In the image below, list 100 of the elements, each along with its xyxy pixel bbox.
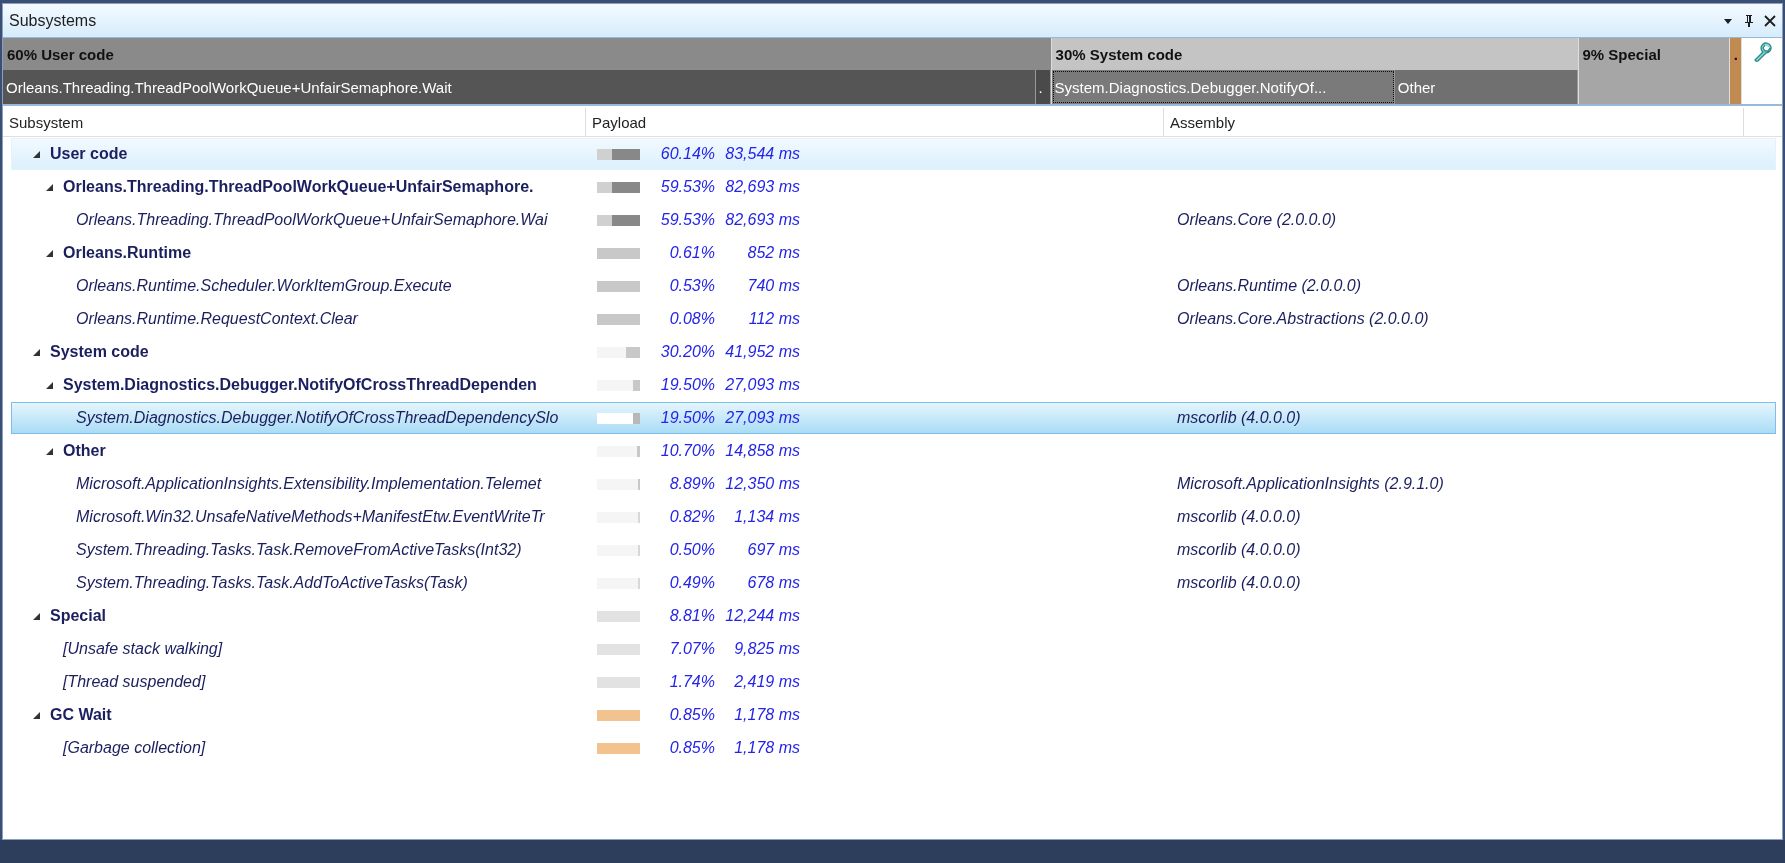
payload-track <box>597 280 640 292</box>
tree-row[interactable]: Special 8.81% 12,244 ms <box>11 600 1776 632</box>
tree-row[interactable]: System.Diagnostics.Debugger.NotifyOfCrossThreadDependencySlo 19.50% 27,093 ms mscorlib (4.0.0.0) <box>11 402 1776 434</box>
payload-track <box>597 247 640 259</box>
tree-row[interactable]: System.Diagnostics.Debugger.NotifyOfCrossThreadDependen 19.50% 27,093 ms <box>11 369 1776 401</box>
assembly-name: Orleans.Core.Abstractions (2.0.0.0) <box>1177 310 1429 327</box>
category-label: . <box>1733 45 1738 63</box>
payload-bar <box>597 181 640 193</box>
expanded-arrow-icon[interactable] <box>32 149 41 159</box>
time-value: 27,093 ms <box>724 409 800 427</box>
tree-row[interactable]: Orleans.Runtime.Scheduler.WorkItemGroup.Execute 0.53% 740 ms Orleans.Runtime (2.0.0.0) <box>11 270 1776 302</box>
payload-track <box>597 445 640 457</box>
tree-row[interactable]: System.Threading.Tasks.Task.AddToActiveTasks(Task) 0.49% 678 ms mscorlib (4.0.0.0) <box>11 567 1776 599</box>
category-block[interactable]: 9% Special <box>1578 38 1730 104</box>
payload-track <box>597 478 640 490</box>
expanded-arrow-icon[interactable] <box>45 248 54 258</box>
tree-row[interactable]: User code 60.14% 83,544 ms <box>11 138 1776 170</box>
function-name: Microsoft.ApplicationInsights.Extensibility.Implementation.Telemet <box>76 475 542 493</box>
function-name: Orleans.Runtime.RequestContext.Clear <box>76 310 358 328</box>
close-icon[interactable] <box>1764 14 1776 27</box>
payload-track <box>597 610 640 622</box>
payload-track <box>597 313 640 325</box>
expanded-arrow-icon[interactable] <box>32 611 41 621</box>
time-value: 1,178 ms <box>733 739 800 757</box>
group-name: System.Diagnostics.Debugger.NotifyOfCrossThreadDependen <box>63 376 537 394</box>
tree-row[interactable]: Orleans.Runtime.RequestContext.Clear 0.08% 112 ms Orleans.Core.Abstractions (2.0.0.0) <box>11 303 1776 335</box>
time-value: 83,544 ms <box>724 145 800 163</box>
subcategory-block[interactable]: Orleans.Threading.ThreadPoolWorkQueue+UnfairSemaphore.Wait <box>3 70 1036 104</box>
time-value: 12,350 ms <box>724 475 800 493</box>
time-value: 678 ms <box>746 574 800 592</box>
tree-row[interactable]: [Garbage collection] 0.85% 1,178 ms <box>11 732 1776 764</box>
tree-row[interactable]: GC Wait 0.85% 1,178 ms <box>11 699 1776 731</box>
function-name: [Garbage collection] <box>63 739 206 757</box>
time-value: 41,952 ms <box>724 343 800 361</box>
function-name: System.Threading.Tasks.Task.RemoveFromActiveTasks(Int32) <box>76 541 522 559</box>
expanded-arrow-icon[interactable] <box>32 710 41 720</box>
time-value: 112 ms <box>747 310 800 328</box>
group-name: Other <box>63 442 106 460</box>
payload-track <box>597 511 640 523</box>
column-header[interactable]: Subsystem <box>3 108 586 136</box>
percent-value: 59.53% <box>659 211 715 229</box>
expanded-arrow-icon[interactable] <box>45 380 54 390</box>
group-name: Special <box>50 607 107 625</box>
expanded-arrow-icon[interactable] <box>32 347 41 357</box>
assembly-name: mscorlib (4.0.0.0) <box>1177 508 1301 525</box>
tree-row[interactable]: [Thread suspended] 1.74% 2,419 ms <box>11 666 1776 698</box>
column-header[interactable]: Assembly <box>1164 108 1744 136</box>
function-name: Orleans.Threading.ThreadPoolWorkQueue+UnfairSemaphore.Wai <box>76 211 548 229</box>
time-value: 14,858 ms <box>724 442 800 460</box>
function-name: Microsoft.Win32.UnsafeNativeMethods+ManifestEtw.EventWriteTr <box>76 508 545 526</box>
subcategory-block[interactable]: System.Diagnostics.Debugger.NotifyOf... <box>1051 70 1395 104</box>
category-block[interactable]: 30% System code System.Diagnostics.Debugger.NotifyOf... Other <box>1051 38 1579 104</box>
payload-track <box>597 643 640 655</box>
percent-value: 19.50% <box>659 409 715 427</box>
function-name: [Thread suspended] <box>63 673 206 691</box>
time-value: 1,134 ms <box>733 508 800 526</box>
function-name: Orleans.Runtime.Scheduler.WorkItemGroup.Execute <box>76 277 452 295</box>
assembly-name: mscorlib (4.0.0.0) <box>1177 574 1301 591</box>
percent-value: 8.89% <box>668 475 715 493</box>
tree-row[interactable]: Orleans.Runtime 0.61% 852 ms <box>11 237 1776 269</box>
window-title: Subsystems <box>9 11 97 30</box>
group-name: Orleans.Threading.ThreadPoolWorkQueue+UnfairSemaphore. <box>63 178 534 196</box>
category-label: 30% System code <box>1055 45 1183 63</box>
category-block[interactable]: 60% User code Orleans.Threading.ThreadPoolWorkQueue+UnfairSemaphore.Wait . <box>3 38 1052 104</box>
payload-bar <box>597 148 640 160</box>
pin-icon[interactable] <box>1743 13 1755 28</box>
tree-row[interactable]: Microsoft.Win32.UnsafeNativeMethods+ManifestEtw.EventWriteTr 0.82% 1,134 ms mscorlib (4.0.0.0) <box>11 501 1776 533</box>
payload-track <box>597 577 640 589</box>
percent-value: 0.61% <box>668 244 715 262</box>
percent-value: 10.70% <box>659 442 715 460</box>
percent-value: 0.50% <box>668 541 715 559</box>
time-value: 12,244 ms <box>724 607 800 625</box>
tree-row[interactable]: Orleans.Threading.ThreadPoolWorkQueue+UnfairSemaphore.Wai 59.53% 82,693 ms Orleans.Core (2.0.0.0) <box>11 204 1776 236</box>
time-value: 82,693 ms <box>724 178 800 196</box>
percent-value: 0.85% <box>668 706 715 724</box>
payload-track <box>597 346 640 358</box>
group-name: GC Wait <box>50 706 112 724</box>
tree-row[interactable]: [Unsafe stack walking] 7.07% 9,825 ms <box>11 633 1776 665</box>
column-header[interactable]: Payload <box>586 108 1164 136</box>
percent-value: 59.53% <box>659 178 715 196</box>
category-label: 9% Special <box>1582 45 1661 63</box>
percent-value: 0.82% <box>668 508 715 526</box>
subcategory-block[interactable]: Other <box>1394 70 1578 104</box>
tree-row[interactable]: Other 10.70% 14,858 ms <box>11 435 1776 467</box>
percent-value: 7.07% <box>668 640 715 658</box>
percent-value: 0.85% <box>668 739 715 757</box>
percent-value: 1.74% <box>668 673 715 691</box>
tree-row[interactable]: Orleans.Threading.ThreadPoolWorkQueue+UnfairSemaphore. 59.53% 82,693 ms <box>11 171 1776 203</box>
percent-value: 8.81% <box>668 607 715 625</box>
expanded-arrow-icon[interactable] <box>45 446 54 456</box>
tree-row[interactable]: Microsoft.ApplicationInsights.Extensibility.Implementation.Telemet 8.89% 12,350 ms Microsoft.ApplicationInsights (2.9.1.0) <box>11 468 1776 500</box>
time-value: 1,178 ms <box>733 706 800 724</box>
tree-row[interactable]: System.Threading.Tasks.Task.RemoveFromActiveTasks(Int32) 0.50% 697 ms mscorlib (4.0.0.0) <box>11 534 1776 566</box>
time-value: 27,093 ms <box>724 376 800 394</box>
group-name: System code <box>50 343 149 361</box>
function-name: [Unsafe stack walking] <box>63 640 223 658</box>
tree-row[interactable]: System code 30.20% 41,952 ms <box>11 336 1776 368</box>
expanded-arrow-icon[interactable] <box>45 182 54 192</box>
group-name: Orleans.Runtime <box>63 244 192 262</box>
payload-track <box>597 742 640 754</box>
